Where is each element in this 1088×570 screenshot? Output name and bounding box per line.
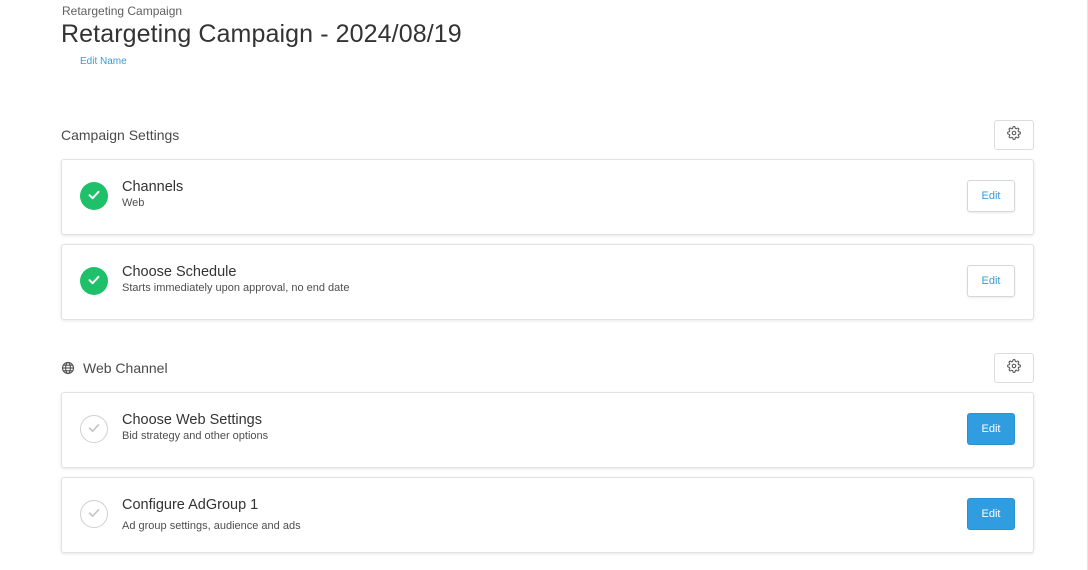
card-choose-schedule: Choose Schedule Starts immediately upon … xyxy=(61,244,1034,320)
section-title: Campaign Settings xyxy=(61,127,180,143)
web-settings-edit-button[interactable]: Edit xyxy=(967,413,1015,445)
card-subtitle: Web xyxy=(122,197,145,209)
card-choose-web-settings: Choose Web Settings Bid strategy and oth… xyxy=(61,392,1034,468)
schedule-edit-button[interactable]: Edit xyxy=(967,265,1015,297)
card-title: Choose Web Settings xyxy=(122,412,262,428)
card-title: Choose Schedule xyxy=(122,264,237,280)
card-subtitle: Bid strategy and other options xyxy=(122,430,269,442)
adgroup-edit-button[interactable]: Edit xyxy=(967,498,1015,530)
section-title: Web Channel xyxy=(83,360,168,376)
gear-icon xyxy=(1007,125,1021,145)
section-header-campaign-settings: Campaign Settings xyxy=(61,119,1034,151)
card-configure-adgroup: Configure AdGroup 1 Ad group settings, a… xyxy=(61,477,1034,553)
section-header-web-channel: Web Channel xyxy=(61,352,1034,384)
gear-icon xyxy=(1007,358,1021,378)
campaign-settings-gear-button[interactable] xyxy=(994,120,1034,150)
card-subtitle: Ad group settings, audience and ads xyxy=(122,520,301,532)
channels-edit-button[interactable]: Edit xyxy=(967,180,1015,212)
card-title: Configure AdGroup 1 xyxy=(122,497,259,513)
status-incomplete-badge xyxy=(80,415,108,443)
breadcrumb: Retargeting Campaign xyxy=(62,4,183,18)
page-title: Retargeting Campaign - 2024/08/19 xyxy=(61,20,462,48)
checkmark-icon xyxy=(88,187,100,205)
status-complete-badge xyxy=(80,182,108,210)
checkmark-icon xyxy=(88,420,100,438)
checkmark-icon xyxy=(88,505,100,523)
card-channels: Channels Web Edit xyxy=(61,159,1034,235)
edit-name-link[interactable]: Edit Name xyxy=(80,56,127,67)
status-incomplete-badge xyxy=(80,500,108,528)
checkmark-icon xyxy=(88,272,100,290)
card-title: Channels xyxy=(122,179,184,195)
status-complete-badge xyxy=(80,267,108,295)
web-channel-gear-button[interactable] xyxy=(994,353,1034,383)
globe-icon xyxy=(61,361,75,375)
card-subtitle: Starts immediately upon approval, no end… xyxy=(122,282,350,294)
